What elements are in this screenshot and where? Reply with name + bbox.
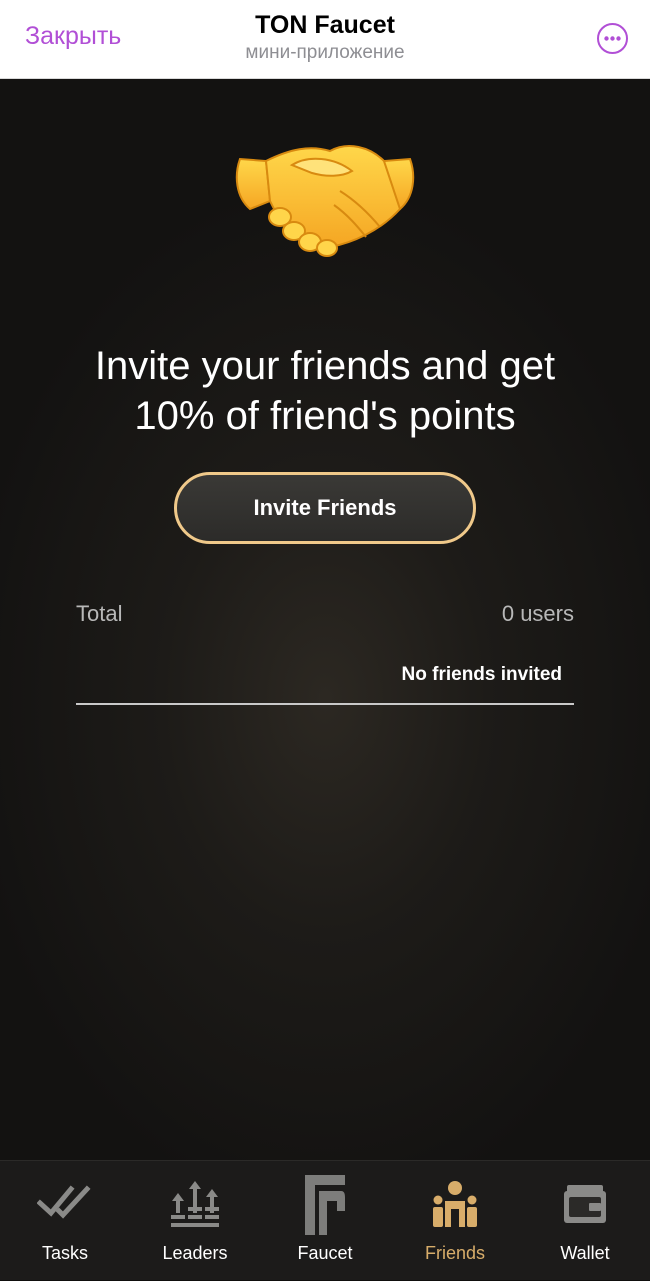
nav-label-faucet: Faucet bbox=[297, 1243, 353, 1263]
nav-label-leaders: Leaders bbox=[162, 1243, 228, 1263]
invite-headline: Invite your friends and get 10% of frien… bbox=[20, 341, 630, 441]
bottom-nav: Tasks Leaders Faucet Friends Wallet bbox=[0, 1160, 650, 1280]
handshake-icon bbox=[235, 145, 415, 257]
double-check-icon bbox=[37, 1185, 91, 1219]
headline-line-2: 10% of friend's points bbox=[134, 394, 516, 438]
friends-icon bbox=[433, 1181, 477, 1227]
more-horizontal-icon bbox=[604, 36, 621, 41]
nav-item-faucet[interactable]: Faucet bbox=[260, 1161, 390, 1281]
faucet-icon bbox=[305, 1175, 345, 1235]
nav-item-leaders[interactable]: Leaders bbox=[130, 1161, 260, 1281]
referral-stats: Total 0 users No friends invited bbox=[76, 601, 574, 705]
total-label: Total bbox=[76, 601, 123, 626]
nav-item-wallet[interactable]: Wallet bbox=[520, 1161, 650, 1281]
nav-label-tasks: Tasks bbox=[41, 1243, 88, 1263]
close-button[interactable]: Закрыть bbox=[25, 22, 121, 51]
more-options-button[interactable] bbox=[597, 23, 628, 54]
telegram-header: Закрыть TON Faucet мини-приложение bbox=[0, 0, 650, 79]
nav-item-friends[interactable]: Friends bbox=[390, 1161, 520, 1281]
empty-friends-message: No friends invited bbox=[401, 664, 562, 685]
nav-item-tasks[interactable]: Tasks bbox=[0, 1161, 130, 1281]
nav-label-wallet: Wallet bbox=[560, 1243, 610, 1263]
nav-label-friends: Friends bbox=[424, 1243, 486, 1263]
wallet-icon bbox=[564, 1185, 606, 1223]
friends-screen: Invite your friends and get 10% of frien… bbox=[0, 79, 650, 1160]
total-users-count: 0 users bbox=[501, 601, 574, 626]
leaderboard-icon bbox=[171, 1181, 219, 1227]
invite-friends-button[interactable]: Invite Friends bbox=[174, 472, 476, 544]
headline-line-1: Invite your friends and get bbox=[94, 344, 556, 388]
